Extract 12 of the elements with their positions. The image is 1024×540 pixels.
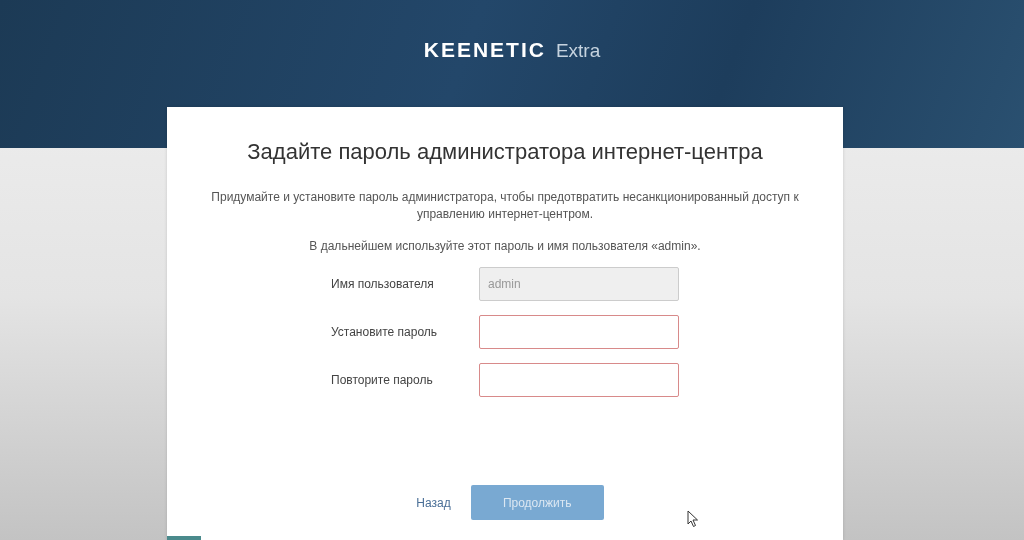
input-field[interactable] <box>479 363 679 397</box>
dialog-title: Задайте пароль администратора интернет-центра <box>247 139 763 165</box>
model-name: Extra <box>555 40 601 62</box>
back-link[interactable]: Назад <box>416 495 451 510</box>
description-text: Придумайте и установите пароль администратора, чтобы предотвратить несанкционированный доступ к управлению интернет-центром. <box>210 189 800 223</box>
field-label: Повторите пароль <box>331 373 434 387</box>
brand-logo: KEENETIC <box>423 38 546 62</box>
note-text: В дальнейшем используйте этот пароль и имя пользователя «admin». <box>309 239 701 253</box>
cursor-icon <box>687 510 699 528</box>
input-field[interactable] <box>479 315 679 349</box>
field-label: Установите пароль <box>331 325 439 339</box>
field-label: Имя пользователя <box>331 277 435 291</box>
